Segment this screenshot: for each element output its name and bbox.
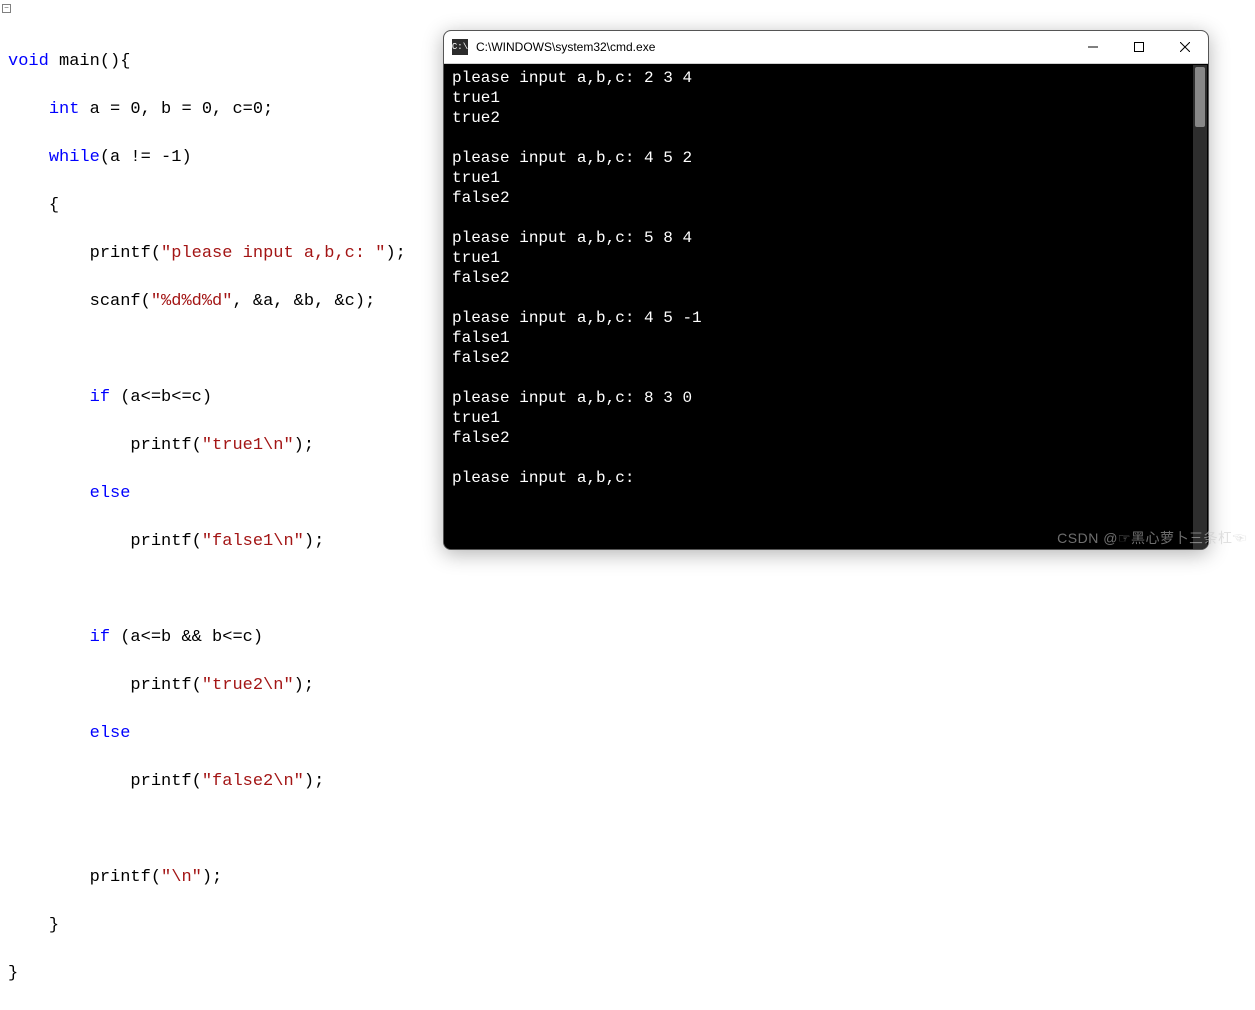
keyword-void: void [8, 52, 49, 71]
maximize-button[interactable] [1116, 31, 1162, 64]
str-false1: "false1\n" [202, 532, 304, 551]
minimize-button[interactable] [1070, 31, 1116, 64]
str-true1: "true1\n" [202, 436, 294, 455]
keyword-else: else [90, 484, 131, 503]
scan-args: , &a, &b, &c); [232, 292, 375, 311]
decl-text: a = 0, b = 0, c=0; [79, 100, 273, 119]
scrollbar[interactable] [1193, 65, 1207, 549]
close-button[interactable] [1162, 31, 1208, 64]
titlebar[interactable]: C:\ C:\WINDOWS\system32\cmd.exe [444, 31, 1208, 64]
str-prompt: "please input a,b,c: " [161, 244, 385, 263]
final-brace: } [8, 964, 18, 983]
cmd-window: C:\ C:\WINDOWS\system32\cmd.exe please i… [443, 30, 1209, 550]
code-editor: − void main(){ int a = 0, b = 0, c=0; wh… [0, 0, 450, 552]
str-nl: "\n" [161, 868, 202, 887]
window-title: C:\WINDOWS\system32\cmd.exe [476, 40, 1070, 54]
cond1: (a<=b<=c) [110, 388, 212, 407]
scrollbar-thumb[interactable] [1195, 67, 1205, 127]
collapse-icon[interactable]: − [2, 4, 11, 13]
cond2: (a<=b && b<=c) [110, 628, 263, 647]
cmd-icon: C:\ [452, 39, 468, 55]
fn-scanf: scanf [90, 292, 141, 311]
fn-name: main [59, 52, 100, 71]
str-false2: "false2\n" [202, 772, 304, 791]
while-cond: (a != -1) [100, 148, 192, 167]
str-scan: "%d%d%d" [151, 292, 233, 311]
keyword-if: if [90, 388, 110, 407]
keyword-while: while [49, 148, 100, 167]
keyword-int: int [49, 100, 80, 119]
console-output[interactable]: please input a,b,c: 2 3 4 true1 true2 pl… [444, 64, 1208, 549]
fn-printf: printf [90, 244, 151, 263]
str-true2: "true2\n" [202, 676, 294, 695]
